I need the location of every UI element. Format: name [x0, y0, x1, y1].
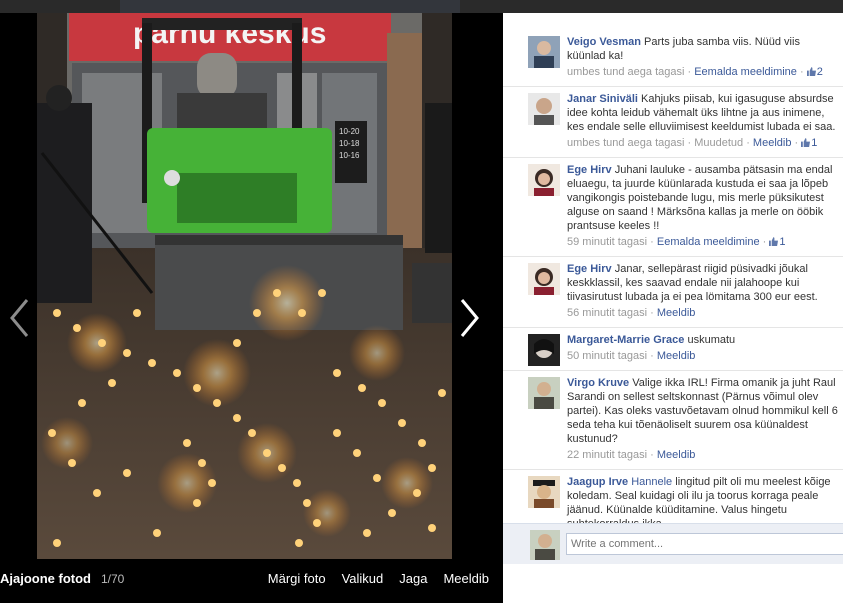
photo-bottom-bar: Ajajoone fotod 1/70 Märgi foto Valikud J… — [0, 559, 503, 603]
tag-photo-button[interactable]: Märgi foto — [268, 571, 326, 586]
comment-item: Ege Hirv Janar, sellepärast riigid püsiv… — [503, 257, 843, 328]
comment-item: Virgo Kruve Valige ikka IRL! Firma omani… — [503, 371, 843, 470]
comment-item: Margaret-Marrie Grace uskumatu 50 minuti… — [503, 328, 843, 371]
comment-time[interactable]: 59 minutit tagasi — [567, 236, 647, 248]
comment-composer — [503, 523, 843, 564]
unlike-link[interactable]: Eemalda meeldimine — [657, 236, 760, 248]
avatar[interactable] — [528, 377, 560, 409]
avatar[interactable] — [528, 36, 560, 68]
top-bar — [0, 0, 843, 13]
comment-item: Janar Siniväli Kahjuks piisab, kui igasu… — [503, 87, 843, 158]
comment-meta: 50 minutit tagasi · Meeldib — [567, 350, 696, 362]
photo-image: pärnu keskus 10-20 10-18 10-16 — [37, 13, 452, 559]
comment-meta: 22 minutit tagasi · Meeldib — [567, 449, 696, 461]
photo-actions: Märgi foto Valikud Jaga Meeldib — [252, 571, 489, 586]
like-link[interactable]: Meeldib — [753, 137, 792, 149]
photo-counter: 1/70 — [101, 572, 125, 586]
avatar[interactable] — [528, 263, 560, 295]
comment-time[interactable]: 50 minutit tagasi — [567, 350, 647, 362]
album-link[interactable]: Ajajoone fotod — [0, 571, 91, 586]
thumbs-up-icon — [801, 138, 811, 147]
avatar[interactable] — [528, 93, 560, 125]
comment-meta: umbes tund aega tagasi · Muudetud · Meel… — [567, 137, 818, 149]
comment-author[interactable]: Margaret-Marrie Grace — [567, 334, 684, 346]
comment-item: Veigo Vesman Parts juba samba viis. Nüüd… — [503, 30, 843, 87]
avatar[interactable] — [528, 476, 560, 508]
comment-time[interactable]: umbes tund aega tagasi — [567, 137, 684, 149]
comment-item: Ege Hirv Juhani lauluke - ausamba pätsas… — [503, 158, 843, 257]
like-link[interactable]: Meeldib — [657, 307, 696, 319]
tagged-user-link[interactable]: Hannele — [631, 476, 672, 488]
next-photo-button[interactable] — [450, 288, 490, 348]
comment-time[interactable]: 56 minutit tagasi — [567, 307, 647, 319]
like-count[interactable]: 2 — [806, 66, 823, 78]
thumbs-up-icon — [806, 67, 816, 76]
comment-author[interactable]: Virgo Kruve — [567, 377, 629, 389]
comment-list[interactable]: Veigo Vesman Parts juba samba viis. Nüüd… — [503, 30, 843, 536]
comment-time[interactable]: umbes tund aega tagasi — [567, 66, 684, 78]
comment-meta: 59 minutit tagasi · Eemalda meeldimine ·… — [567, 236, 786, 248]
like-count[interactable]: 1 — [769, 236, 786, 248]
comment-author[interactable]: Janar Siniväli — [567, 93, 638, 105]
photo[interactable]: pärnu keskus 10-20 10-18 10-16 — [37, 13, 452, 559]
comments-panel: Veigo Vesman Parts juba samba viis. Nüüd… — [503, 13, 843, 603]
svg-text:10-20: 10-20 — [339, 127, 360, 136]
comment-meta: 56 minutit tagasi · Meeldib — [567, 307, 696, 319]
svg-text:10-18: 10-18 — [339, 139, 360, 148]
like-link[interactable]: Meeldib — [657, 449, 696, 461]
comment-time[interactable]: 22 minutit tagasi — [567, 449, 647, 461]
unlike-link[interactable]: Eemalda meeldimine — [694, 66, 797, 78]
edited-label: Muudetud — [694, 137, 744, 149]
like-button[interactable]: Meeldib — [443, 571, 489, 586]
share-button[interactable]: Jaga — [399, 571, 427, 586]
svg-text:10-16: 10-16 — [339, 151, 360, 160]
previous-photo-button[interactable] — [2, 288, 42, 348]
comment-text: uskumatu — [687, 334, 736, 346]
comment-meta: umbes tund aega tagasi · Eemalda meeldim… — [567, 66, 823, 78]
photo-viewer: pärnu keskus 10-20 10-18 10-16 Ajajoone … — [0, 13, 503, 603]
chevron-right-icon — [460, 299, 479, 337]
avatar[interactable] — [528, 334, 560, 366]
comment-author[interactable]: Ege Hirv — [567, 263, 612, 275]
thumbs-up-icon — [769, 237, 779, 246]
like-link[interactable]: Meeldib — [657, 350, 696, 362]
options-button[interactable]: Valikud — [342, 571, 384, 586]
comment-author[interactable]: Ege Hirv — [567, 164, 612, 176]
chevron-left-icon — [10, 299, 29, 337]
avatar[interactable] — [528, 164, 560, 196]
avatar — [530, 530, 560, 560]
comment-input[interactable] — [566, 533, 843, 555]
like-count[interactable]: 1 — [801, 137, 817, 149]
comment-author[interactable]: Veigo Vesman — [567, 36, 641, 48]
comment-author[interactable]: Jaagup Irve — [567, 476, 628, 488]
